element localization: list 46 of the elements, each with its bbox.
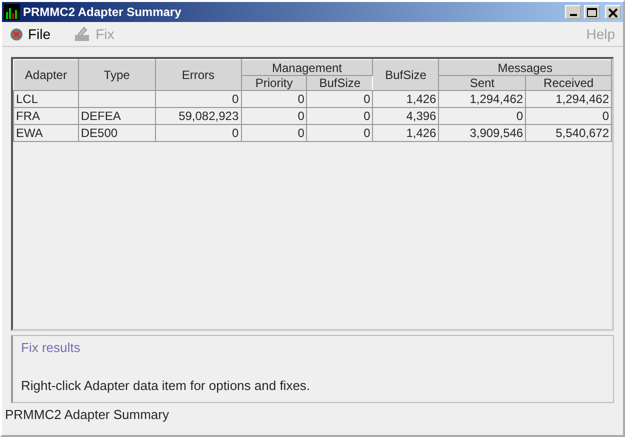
- table-cell: 0: [241, 108, 307, 124]
- table-cell: 59,082,923: [155, 108, 242, 124]
- menu-item[interactable]: File: [10, 24, 51, 44]
- app-icon: [4, 4, 20, 20]
- table-cell: 0: [306, 90, 373, 108]
- table-cell: DEFEA: [78, 108, 156, 124]
- minimize-button[interactable]: [565, 5, 581, 19]
- table-cell: 4,396: [372, 108, 439, 124]
- table-cell: 0: [241, 124, 307, 142]
- table-cell: 0: [155, 124, 242, 142]
- maximize-button[interactable]: [584, 5, 600, 19]
- table-cell: FRA: [14, 108, 78, 124]
- close-icon: [606, 6, 620, 18]
- column-header[interactable]: Type: [78, 60, 156, 90]
- table-cell: 1,426: [372, 124, 439, 142]
- table-cell: 0: [241, 90, 307, 108]
- table-cell: 0: [306, 124, 373, 142]
- column-header[interactable]: Sent: [438, 76, 526, 90]
- table-cell: 0: [526, 108, 612, 124]
- column-header[interactable]: BufSize: [306, 76, 373, 90]
- table-cell: 0: [306, 108, 373, 124]
- panel-title: Fix results: [21, 339, 82, 357]
- minimize-icon: [570, 14, 576, 16]
- column-header[interactable]: Received: [526, 76, 612, 90]
- table-cell: DE500: [78, 124, 156, 142]
- table-cell: 0: [155, 90, 242, 108]
- table-cell: 1,426: [372, 90, 439, 108]
- column-header[interactable]: BufSize: [372, 60, 439, 90]
- table-cell: 1,294,462: [526, 90, 612, 108]
- table-cell: 0: [438, 108, 526, 124]
- hint-text: Right-click Adapter data item for options and fixes.: [21, 376, 312, 395]
- table-cell: EWA: [14, 124, 78, 142]
- window-title: PRMMC2 Adapter Summary: [23, 4, 182, 21]
- column-header[interactable]: Priority: [241, 76, 307, 90]
- table-cell: 1,294,462: [438, 90, 526, 108]
- table-cell: LCL: [14, 90, 78, 108]
- stop-icon: [10, 28, 23, 40]
- close-button[interactable]: [605, 5, 621, 19]
- table-cell: 3,909,546: [438, 124, 526, 142]
- table-cell: 5,540,672: [526, 124, 612, 142]
- column-header[interactable]: Management: [241, 60, 373, 76]
- column-header[interactable]: Messages: [438, 60, 612, 76]
- tray-icon: [72, 26, 91, 42]
- column-header[interactable]: Adapter: [14, 60, 78, 90]
- status-text: PRMMC2 Adapter Summary: [4, 406, 170, 424]
- column-header[interactable]: Errors: [155, 60, 242, 90]
